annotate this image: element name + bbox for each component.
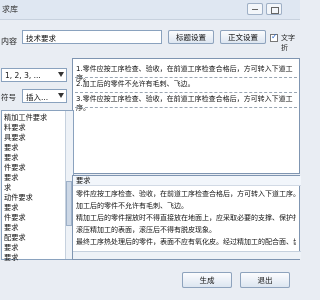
divider [75,107,297,108]
body-settings-label: 正文设置 [228,33,258,42]
detail-horizontal-scrollbar[interactable] [73,251,301,259]
list-item[interactable]: 要求 [2,173,74,183]
body-settings-button[interactable]: 正文设置 [220,30,266,44]
minimize-icon[interactable] [247,3,263,15]
content-input-value: 技术要求 [26,34,56,43]
divider [75,92,297,93]
exit-button[interactable]: 退出 [240,272,290,288]
list-item[interactable]: 要求 [2,243,74,253]
list-item[interactable]: 精加工件要求 [2,113,74,123]
exit-label: 退出 [257,276,273,285]
title-settings-label: 标题设置 [176,33,206,42]
list-item[interactable]: 动件要求 [2,193,74,203]
numbering-select[interactable]: 1, 2, 3, ... [1,68,67,82]
wrap-checkbox-label: 文字折 [281,34,295,52]
numbering-value: 1, 2, 3, ... [5,71,41,80]
bottom-bar: 生成 退出 [0,262,300,300]
requirements-detail-panel[interactable]: 要求 零件应按工序检查、验收，在前道工序检查合格后，方可转入下道工序。 加工后的… [72,175,301,260]
list-item[interactable]: 要求 [2,223,74,233]
detail-line-2: 加工后的零件不允许有毛刺、飞边。 [76,202,188,210]
chevron-down-icon [58,72,64,77]
content-input[interactable]: 技术要求 [22,30,162,44]
list-item[interactable]: 具要求 [2,133,74,143]
detail-header: 要求 [73,176,301,186]
detail-line-4: 滚压精加工的表面，滚压后不得有脱皮现象。 [76,226,216,234]
list-item[interactable]: 要求 [2,143,74,153]
list-item[interactable]: 件要求 [2,163,74,173]
insert-select[interactable]: 插入... [22,89,67,103]
main-line-3: 3.零件应按工序检查、验收，在前道工序检查合格后，方可转入下道工序。 [76,95,293,112]
divider [75,77,297,78]
generate-label: 生成 [199,276,215,285]
detail-line-1: 零件应按工序检查、验收，在前道工序检查合格后，方可转入下道工序。 [76,190,296,198]
symbol-label: 符号 [1,93,16,102]
maximize-icon[interactable] [266,3,282,15]
generate-button[interactable]: 生成 [182,272,232,288]
window-title-fragment: 求库 [2,5,18,14]
list-item[interactable]: 件要求 [2,213,74,223]
title-settings-button[interactable]: 标题设置 [168,30,214,44]
technical-requirements-editor[interactable]: 1.零件应按工序检查、验收，在前道工序检查合格后，方可转入下道工序。 2.加工后… [72,58,300,174]
list-item[interactable]: 求 [2,183,74,193]
main-line-2: 2.加工后的零件不允许有毛刺、飞边。 [76,80,195,88]
list-item[interactable]: 配要求 [2,233,74,243]
chevron-down-icon [58,93,64,98]
detail-line-3: 精加工后的零件摆放时不得直接放在地面上，应采取必要的支撑、保护措施。 [76,214,296,222]
insert-value: 插入... [26,93,49,102]
requirements-list[interactable]: 精加工件要求 料要求 具要求 要求 要求 件要求 要求 求 动件要求 要求 件要… [1,110,74,262]
content-label: 内容 [1,37,17,46]
list-item[interactable]: 料要求 [2,123,74,133]
list-item[interactable]: 要求 [2,203,74,213]
detail-line-5: 最终工序热处理后的零件，表面不应有氧化皮。经过精加工的配合面、齿面不应有 [76,238,296,246]
wrap-checkbox[interactable] [270,32,278,42]
list-item[interactable]: 要求 [2,153,74,163]
title-bar: 求库 [0,0,300,20]
